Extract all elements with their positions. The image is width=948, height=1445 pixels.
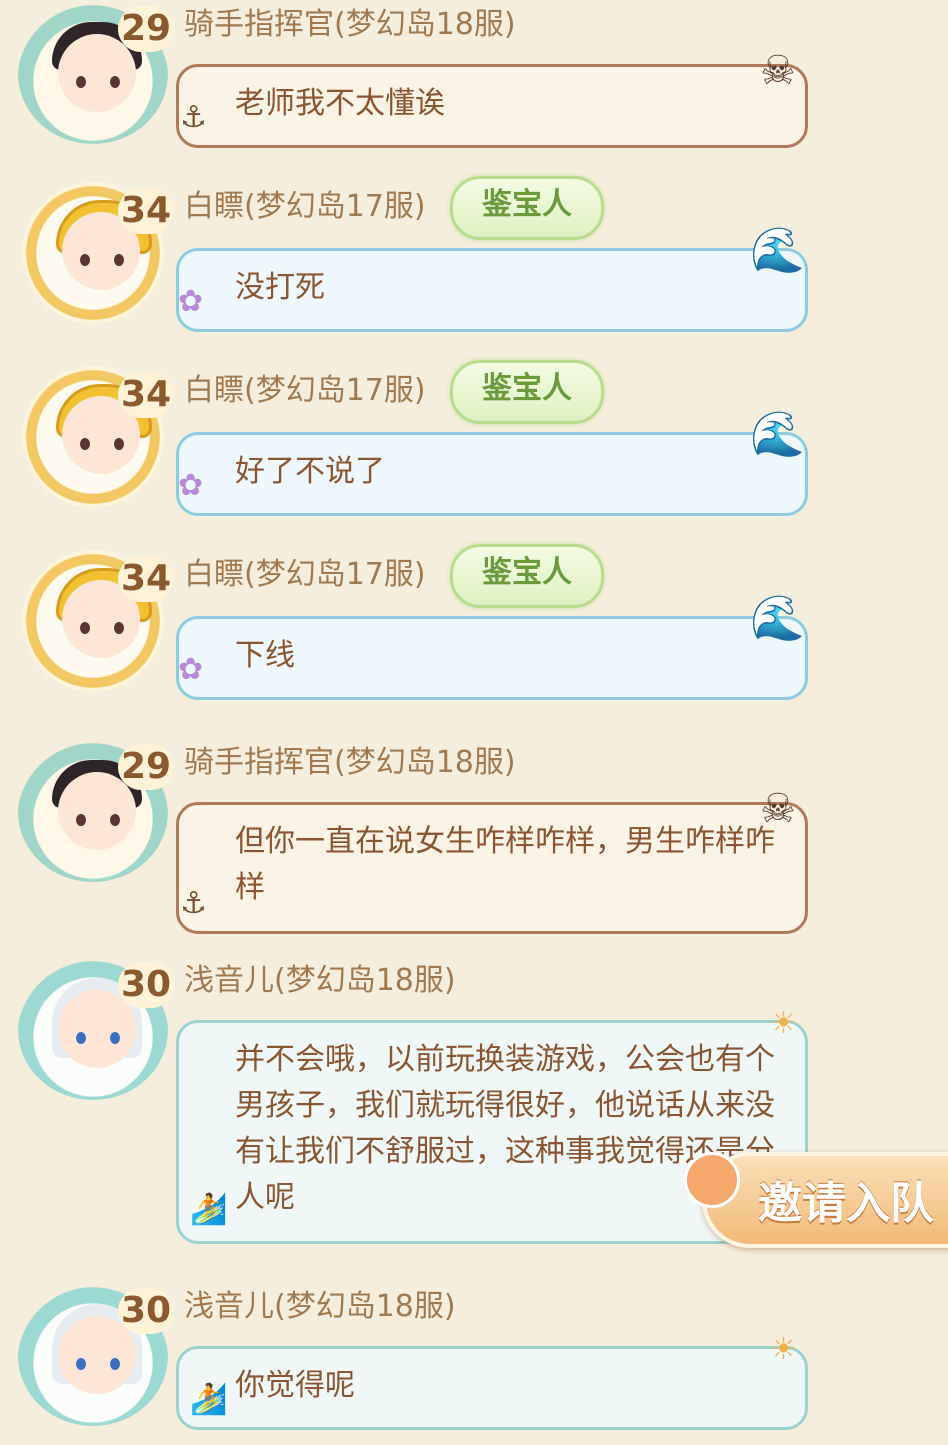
sender-name[interactable]: 骑手指挥官(梦幻岛18服) [184,4,516,46]
level-badge: 29 [118,744,174,790]
sun-icon: ☀ [770,1332,797,1367]
message-text: 但你一直在说女生咋样咋样，男生咋样咋样 [235,824,775,905]
sender-name[interactable]: 白瞟(梦幻岛17服) [184,186,426,228]
message-bubble[interactable]: 好了不说了 [176,432,808,516]
level-badge: 34 [118,372,174,418]
sun-icon: ☀ [770,1006,797,1041]
surfboard-icon: 🏄 [190,1382,228,1417]
coral-icon: ✿ [178,284,204,319]
level-badge: 30 [118,962,174,1008]
surfboard-icon: 🏄 [190,1192,228,1227]
anchor-icon: ⚓ [180,886,207,921]
invite-button-label: 邀请入队 [758,1178,934,1229]
level-badge: 34 [118,556,174,602]
message-bubble[interactable]: 你觉得呢 [176,1346,808,1430]
message-text: 老师我不太懂诶 [235,86,445,121]
message-text: 你觉得呢 [235,1368,355,1403]
title-badge: 鉴宝人 [450,544,604,608]
title-badge: 鉴宝人 [450,360,604,424]
message-bubble[interactable]: 老师我不太懂诶 [176,64,808,148]
pirate-hat-icon: ☠ [760,786,796,832]
flower-icon [684,1152,740,1208]
coral-icon: ✿ [178,652,204,687]
title-badge: 鉴宝人 [450,176,604,240]
pirate-hat-icon: ☠ [760,48,796,94]
anchor-icon: ⚓ [180,100,207,135]
level-badge: 34 [118,188,174,234]
sender-name[interactable]: 白瞟(梦幻岛17服) [184,554,426,596]
wave-icon: 🌊 [750,409,805,460]
message-text: 没打死 [235,270,325,305]
message-bubble[interactable]: 下线 [176,616,808,700]
message-text: 下线 [235,638,295,673]
sender-name[interactable]: 浅音儿(梦幻岛18服) [184,960,456,1002]
message-bubble[interactable]: 但你一直在说女生咋样咋样，男生咋样咋样 [176,802,808,934]
sender-name[interactable]: 浅音儿(梦幻岛18服) [184,1286,456,1328]
level-badge: 30 [118,1288,174,1334]
sender-name[interactable]: 骑手指挥官(梦幻岛18服) [184,742,516,784]
sender-name[interactable]: 白瞟(梦幻岛17服) [184,370,426,412]
invite-to-team-button[interactable]: 邀请入队 [684,1152,948,1248]
coral-icon: ✿ [178,468,204,503]
wave-icon: 🌊 [750,593,805,644]
level-badge: 29 [118,6,174,52]
wave-icon: 🌊 [750,225,805,276]
message-bubble[interactable]: 没打死 [176,248,808,332]
message-text: 好了不说了 [235,454,385,489]
